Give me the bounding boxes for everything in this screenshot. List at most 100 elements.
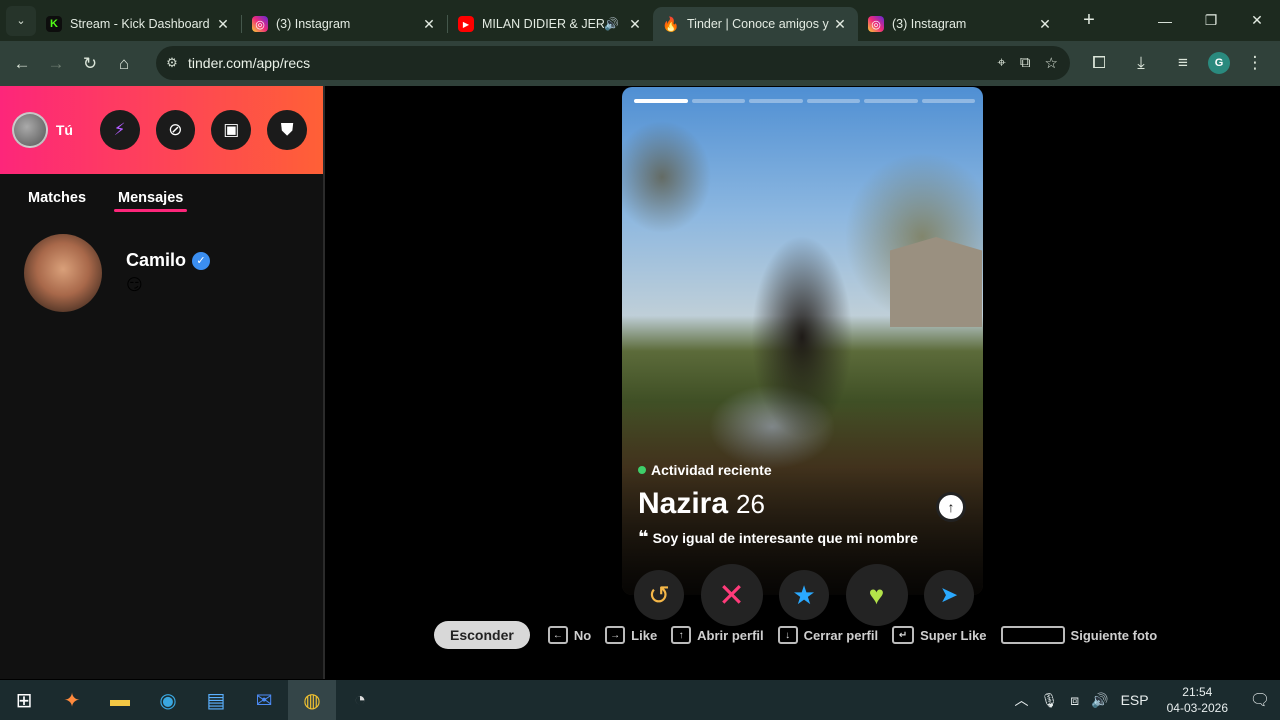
sidebar-header: Tú ⚡ ⊘ ▣ ⛊ <box>0 86 323 174</box>
photo-progress-segment[interactable] <box>691 99 745 103</box>
new-tab-button[interactable]: + <box>1075 9 1103 32</box>
restore-button[interactable]: ❐ <box>1188 0 1234 41</box>
down-key-icon: ↓ <box>777 626 798 644</box>
send-button[interactable]: ➤ <box>924 570 974 620</box>
like-button[interactable]: ♥ <box>845 564 908 626</box>
my-profile-label[interactable]: Tú <box>56 122 100 138</box>
install-app-icon[interactable]: ⧉ <box>1020 54 1031 72</box>
open-profile-button[interactable]: ↑ <box>936 492 966 522</box>
shield-icon: ⛊ <box>280 120 294 139</box>
profile-card[interactable]: Actividad reciente Nazira 26 ❝ Soy igual … <box>622 87 983 595</box>
media-control-icon[interactable]: ≡ <box>1166 46 1200 80</box>
language-indicator[interactable]: ESP <box>1121 692 1149 708</box>
tab-matches[interactable]: Matches <box>28 190 86 206</box>
photo-progress-segment[interactable] <box>749 99 803 103</box>
instagram-icon: ◎ <box>252 16 268 32</box>
volume-icon[interactable]: 🔊 <box>1091 692 1108 709</box>
recorder-taskbar-icon[interactable]: ◔ <box>336 680 384 720</box>
hint-label: Abrir perfil <box>697 627 764 643</box>
photo-progress-segment[interactable] <box>634 99 688 103</box>
bookmark-star-icon[interactable]: ☆ <box>1045 54 1058 72</box>
clock[interactable]: 21:54 04-03-2026 <box>1167 684 1228 716</box>
download-icon[interactable]: ⤓ <box>1124 46 1158 80</box>
profile-avatar[interactable]: G <box>1208 52 1230 74</box>
notifications-icon[interactable]: 🗨 <box>1240 690 1280 710</box>
paper-plane-icon: ➤ <box>939 582 959 607</box>
copilot-taskbar-icon[interactable]: ✦ <box>48 680 96 720</box>
hint-like: → Like <box>605 626 657 644</box>
tab-youtube[interactable]: ▶ MILAN DIDIER & JER 🔊 ✕ <box>448 7 653 41</box>
chevron-down-icon: ⌄ <box>16 15 26 27</box>
hide-hints-button[interactable]: Esconder <box>434 621 530 649</box>
forward-button[interactable]: → <box>39 47 73 81</box>
bio-text: Soy igual de interesante que mi nombre <box>652 530 918 546</box>
up-key-icon: ↑ <box>671 626 692 644</box>
tab-instagram-2[interactable]: ◎ (3) Instagram ✕ <box>858 7 1063 41</box>
star-icon: ★ <box>792 579 816 610</box>
lightning-icon: ⚡ <box>113 120 126 139</box>
microphone-icon[interactable]: 🎙 <box>1040 692 1058 709</box>
photo-progress-segment[interactable] <box>864 99 918 103</box>
clock-time: 21:54 <box>1182 685 1213 699</box>
space-key-icon <box>1000 626 1065 644</box>
site-info-icon[interactable]: ⚙ <box>156 55 188 71</box>
match-avatar <box>24 234 102 312</box>
my-avatar[interactable] <box>12 112 48 148</box>
tab-search-button[interactable]: ⌄ <box>6 5 36 36</box>
close-tab-icon[interactable]: ✕ <box>215 16 231 33</box>
browser-tab-strip: ⌄ K Stream - Kick Dashboard ✕ ◎ (3) Inst… <box>0 0 1280 41</box>
location-icon[interactable]: ⌖ <box>997 54 1005 72</box>
nope-button[interactable]: ✕ <box>700 564 763 626</box>
close-tab-icon[interactable]: ✕ <box>421 16 437 33</box>
boost-button[interactable]: ⚡ <box>99 110 140 150</box>
system-tray: ︿ 🎙 ⧈ 🔊 ESP 21:54 04-03-2026 🗨 <box>1008 680 1280 720</box>
browser-toolbar: ← → ↻ ⌂ ⚙ tinder.com/app/recs ⌖ ⧉ ☆ ⧠ ⤓ … <box>0 41 1280 86</box>
file-explorer-taskbar-icon[interactable]: ▬ <box>96 680 144 720</box>
message-list-item[interactable]: Camilo ✓ 😏 <box>0 222 323 324</box>
reload-button[interactable]: ↻ <box>73 47 107 81</box>
rewind-button[interactable]: ↺ <box>634 570 684 620</box>
youtube-icon: ▶ <box>458 16 474 32</box>
sidebar-tabs: Matches Mensajes <box>0 174 323 222</box>
hint-close: ↓ Cerrar perfil <box>777 626 879 644</box>
windows-icon: ⊞ <box>15 689 33 712</box>
super-like-button[interactable]: ★ <box>779 570 829 620</box>
right-key-icon: → <box>605 626 626 644</box>
close-window-button[interactable]: ✕ <box>1234 0 1280 41</box>
edge-taskbar-icon[interactable]: ◉ <box>144 680 192 720</box>
tab-kick[interactable]: K Stream - Kick Dashboard ✕ <box>36 7 241 41</box>
store-taskbar-icon[interactable]: ▤ <box>192 680 240 720</box>
work-mode-button[interactable]: ▣ <box>211 110 252 150</box>
tab-tinder[interactable]: 🔥 Tinder | Conoce amigos y ✕ <box>653 7 858 41</box>
speaker-icon[interactable]: 🔊 <box>604 17 619 31</box>
network-icon[interactable]: ⧈ <box>1070 692 1079 709</box>
show-hidden-icons[interactable]: ︿ <box>1014 690 1028 710</box>
mail-taskbar-icon[interactable]: ✉ <box>240 680 288 720</box>
start-button[interactable]: ⊞ <box>0 680 48 720</box>
profile-age: 26 <box>736 489 765 519</box>
address-bar[interactable]: ⚙ tinder.com/app/recs ⌖ ⧉ ☆ <box>156 46 1070 80</box>
safety-button[interactable]: ⛊ <box>267 110 307 150</box>
match-name: Camilo <box>126 250 187 270</box>
compass-icon: ⊘ <box>168 120 183 139</box>
tab-instagram-1[interactable]: ◎ (3) Instagram ✕ <box>242 7 447 41</box>
close-tab-icon[interactable]: ✕ <box>1037 16 1053 33</box>
url-text: tinder.com/app/recs <box>188 55 311 71</box>
tab-messages[interactable]: Mensajes <box>114 190 188 212</box>
activity-text: Actividad reciente <box>651 462 772 478</box>
photo-progress-segment[interactable] <box>921 99 975 103</box>
minimize-button[interactable]: ― <box>1142 0 1188 41</box>
explore-button[interactable]: ⊘ <box>155 110 196 150</box>
photo-progress-segment[interactable] <box>806 99 860 103</box>
menu-icon[interactable]: ⋮ <box>1238 46 1272 80</box>
hint-label: Cerrar perfil <box>803 627 879 643</box>
close-tab-icon[interactable]: ✕ <box>832 16 848 33</box>
close-tab-icon[interactable]: ✕ <box>627 16 643 33</box>
home-button[interactable]: ⌂ <box>107 47 141 81</box>
extensions-icon[interactable]: ⧠ <box>1082 46 1116 80</box>
keyboard-hints: Esconder ← No → Like ↑ Abrir perfil ↓ Cerrar… <box>434 621 1171 649</box>
back-button[interactable]: ← <box>5 47 39 81</box>
quote-icon: ❝ <box>638 527 649 547</box>
action-bar: ↺ ✕ ★ ♥ ➤ <box>634 564 974 626</box>
chrome-taskbar-icon[interactable]: ◍ <box>288 680 336 720</box>
